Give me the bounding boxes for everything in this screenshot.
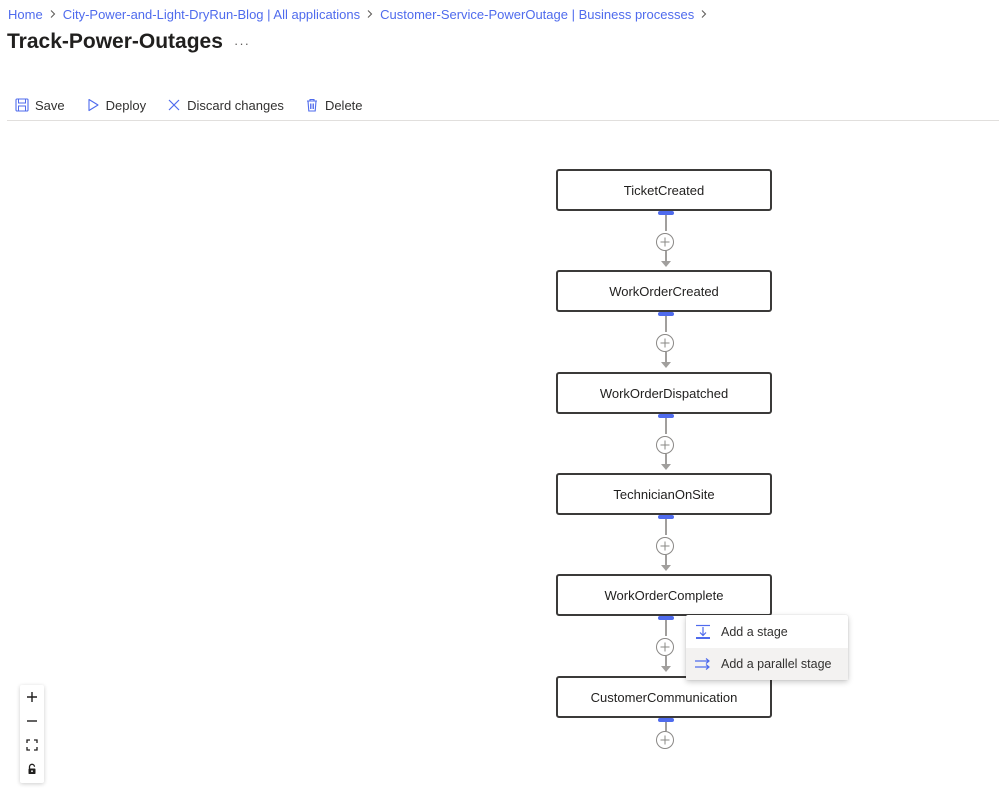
add-stage-button[interactable] [656,233,674,251]
delete-button[interactable]: Delete [298,98,363,113]
connector-line [665,418,667,434]
add-stage-context-menu: Add a stage Add a parallel stage [686,615,848,680]
stage-label: WorkOrderComplete [604,587,724,603]
add-stage-button[interactable] [656,537,674,555]
menu-item-add-parallel-stage[interactable]: Add a parallel stage [686,648,848,680]
add-stage-button[interactable] [656,731,674,749]
trash-icon [305,98,319,112]
zoom-out-icon [27,720,37,722]
add-stage-button[interactable] [656,436,674,454]
zoom-in-button[interactable] [20,685,44,709]
add-parallel-stage-label: Add a parallel stage [721,657,832,671]
stage-work-order-complete[interactable]: WorkOrderComplete [556,574,772,616]
add-stage-button[interactable] [656,638,674,656]
breadcrumb-all-applications[interactable]: City-Power-and-Light-DryRun-Blog | All a… [63,7,360,22]
stage-work-order-created[interactable]: WorkOrderCreated [556,270,772,312]
parallel-stage-icon [694,656,712,672]
zoom-in-icon [27,692,37,702]
deploy-button[interactable]: Deploy [79,98,146,113]
save-icon [15,98,29,112]
save-button[interactable]: Save [8,98,65,113]
chevron-right-icon [366,10,374,18]
lock-icon [28,763,36,774]
zoom-controls [20,685,44,783]
chevron-right-icon [49,10,57,18]
lock-button[interactable] [20,757,44,781]
add-stage-button[interactable] [656,334,674,352]
connector-line [665,316,667,332]
stage-customer-communication[interactable]: CustomerCommunication [556,676,772,718]
arrow-down-icon [661,565,671,571]
add-stage-label: Add a stage [721,625,788,639]
plus-icon [660,237,670,247]
page-title: Track-Power-Outages [7,30,223,53]
connector-line [665,519,667,535]
arrow-down-icon [661,464,671,470]
connector-line [665,215,667,231]
stage-ticket-created[interactable]: TicketCreated [556,169,772,211]
arrow-down-icon [661,666,671,672]
fit-view-button[interactable] [20,733,44,757]
stage-work-order-dispatched[interactable]: WorkOrderDispatched [556,372,772,414]
stage-label: TechnicianOnSite [613,486,715,502]
connector-line [665,722,667,731]
chevron-right-icon [700,10,708,18]
fit-view-icon [26,739,38,751]
plus-icon [660,541,670,551]
discard-changes-label: Discard changes [187,97,284,113]
play-icon [86,98,100,112]
plus-icon [660,642,670,652]
breadcrumb: Home City-Power-and-Light-DryRun-Blog | … [8,6,714,22]
discard-changes-button[interactable]: Discard changes [160,98,284,113]
plus-icon [660,440,670,450]
stage-label: TicketCreated [623,182,705,198]
command-bar: Save Deploy Discard changes Delete [8,92,377,118]
more-options-button[interactable]: ··· [234,36,250,51]
breadcrumb-home[interactable]: Home [8,7,43,22]
connector-line [665,620,667,636]
menu-item-add-stage[interactable]: Add a stage [686,616,848,648]
plus-icon [660,735,670,745]
stage-label: WorkOrderCreated [609,283,719,299]
save-label: Save [35,97,65,113]
stage-label: WorkOrderDispatched [599,385,729,401]
plus-icon [660,338,670,348]
stage-technician-on-site[interactable]: TechnicianOnSite [556,473,772,515]
deploy-label: Deploy [105,97,147,113]
stage-label: CustomerCommunication [590,689,738,705]
add-stage-icon [694,624,712,640]
breadcrumb-business-processes[interactable]: Customer-Service-PowerOutage | Business … [380,7,694,22]
arrow-down-icon [661,362,671,368]
arrow-down-icon [661,261,671,267]
delete-label: Delete [324,97,363,113]
close-icon [167,98,181,112]
process-canvas[interactable]: TicketCreated WorkOrderCreated WorkOrder… [0,121,999,796]
zoom-out-button[interactable] [20,709,44,733]
